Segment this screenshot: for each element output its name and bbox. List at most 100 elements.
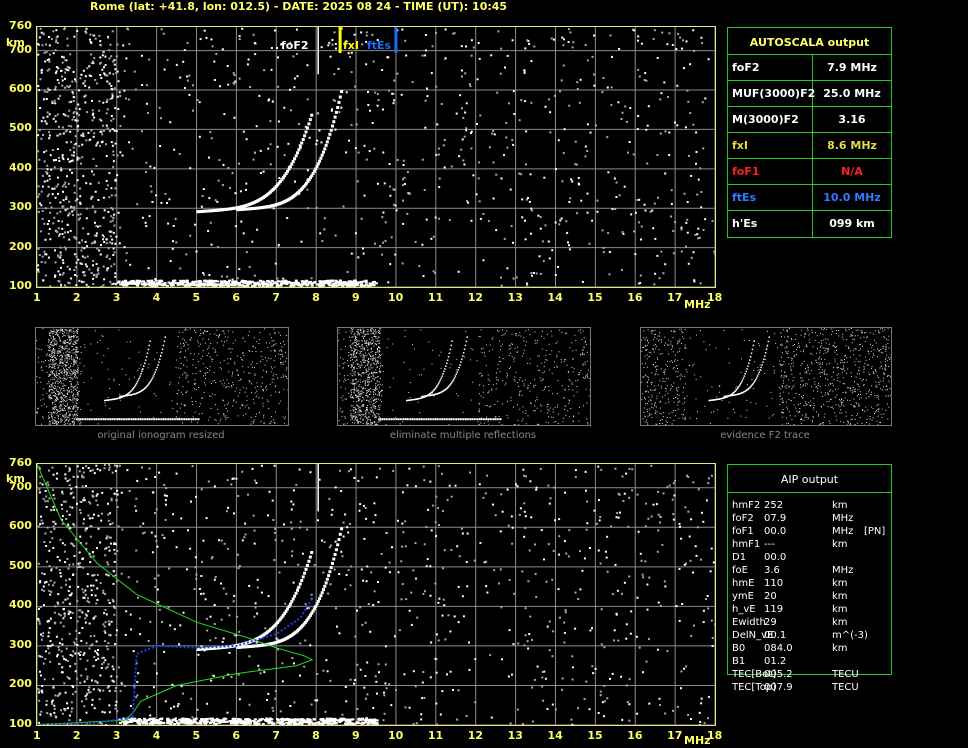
noise-dot: [699, 167, 702, 170]
thumb-noise-dot: [370, 365, 372, 367]
thumb-noise-dot: [53, 412, 55, 414]
thumb-noise-dot: [506, 330, 508, 332]
noise-dot: [99, 44, 102, 47]
thumb-noise-dot: [68, 415, 70, 417]
thumb-noise-dot: [356, 408, 357, 410]
thumb-noise-dot: [372, 378, 374, 380]
thumb-noise-dot: [352, 362, 354, 364]
thumb-noise-dot: [74, 385, 76, 387]
noise-dot: [647, 105, 650, 108]
noise-dot: [114, 194, 117, 197]
thumb-noise-dot: [578, 420, 580, 422]
thumb-noise-dot: [220, 380, 222, 382]
thumb-noise-dot: [368, 422, 370, 424]
thumb-noise-dot: [263, 328, 265, 330]
thumb-noise-dot: [352, 417, 353, 419]
thumb-noise-dot: [495, 376, 497, 378]
noise-dot: [151, 201, 154, 203]
thumb-noise-dot: [77, 409, 79, 411]
thumb-noise-dot: [342, 399, 344, 401]
thumb-noise-dot: [99, 339, 101, 341]
noise-dot: [262, 170, 265, 173]
thumb-noise-dot: [169, 383, 171, 385]
noise-dot: [529, 173, 532, 176]
e-trace-dot: [256, 281, 260, 284]
thumb-noise-dot: [223, 414, 225, 416]
thumb-noise-dot: [344, 346, 346, 347]
noise-dot: [424, 34, 427, 36]
noise-dot: [495, 173, 498, 176]
thumb-noise-dot: [478, 403, 480, 405]
thumb-noise-dot: [65, 385, 67, 387]
thumb-noise-dot: [79, 358, 81, 360]
noise-dot: [116, 43, 119, 46]
thumb-noise-dot: [527, 415, 529, 417]
thumb-noise-dot: [261, 376, 263, 378]
thumb-noise-dot: [36, 340, 37, 342]
noise-dot: [68, 212, 71, 215]
noise-dot: [674, 221, 677, 224]
noise-dot: [59, 256, 62, 259]
thumb-noise-dot: [375, 383, 377, 384]
noise-dot: [62, 199, 65, 202]
noise-dot: [701, 42, 704, 45]
noise-dot: [591, 219, 594, 222]
e-trace-dot: [198, 281, 202, 284]
noise-dot: [56, 212, 59, 215]
noise-dot: [686, 89, 689, 92]
thumb-noise-dot: [527, 363, 529, 364]
noise-dot: [125, 97, 127, 100]
thumb-noise-dot: [523, 349, 525, 351]
thumb-noise-dot: [76, 348, 78, 350]
thumb-noise-dot: [60, 420, 62, 422]
thumb-noise-dot: [364, 382, 366, 384]
thumb-noise-dot: [101, 361, 103, 363]
f2-trace-dot: [322, 150, 325, 154]
thumb-noise-dot: [76, 392, 78, 394]
noise-dot: [67, 69, 70, 72]
noise-dot: [56, 79, 59, 81]
thumb-noise-dot: [366, 381, 368, 383]
noise-dot: [68, 109, 71, 112]
thumb-noise-dot: [354, 406, 356, 408]
noise-dot: [37, 195, 40, 198]
noise-dot: [562, 64, 565, 67]
noise-dot: [94, 78, 97, 81]
thumb-noise-dot: [74, 369, 76, 371]
noise-dot: [444, 28, 447, 31]
thumb-noise-dot: [278, 332, 280, 334]
thumb-noise-dot: [73, 387, 75, 389]
noise-dot: [246, 63, 249, 66]
thumb-noise-dot: [356, 356, 358, 358]
noise-dot: [663, 81, 666, 84]
autoscala-row: foF2 7.9 MHz: [728, 54, 891, 81]
noise-dot: [112, 150, 115, 153]
thumb-e-dot: [187, 418, 189, 421]
thumb-noise-dot: [52, 386, 54, 388]
noise-dot: [74, 135, 77, 138]
noise-dot: [664, 172, 667, 175]
thumb-noise-dot: [70, 329, 72, 331]
noise-dot: [107, 210, 110, 213]
thumb-noise-dot: [66, 400, 68, 402]
noise-dot: [533, 45, 536, 48]
thumb-noise-dot: [50, 330, 52, 332]
thumb-noise-dot: [378, 381, 380, 383]
thumb-noise-dot: [543, 337, 545, 339]
thumb-noise-dot: [546, 333, 548, 335]
noise-dot: [175, 63, 178, 66]
thumb-noise-dot: [74, 340, 76, 342]
noise-dot: [97, 199, 100, 201]
noise-dot: [79, 213, 82, 216]
thumb-noise-dot: [182, 386, 184, 388]
thumb-noise-dot: [241, 358, 243, 360]
noise-dot: [361, 43, 364, 46]
thumb-noise-dot: [49, 420, 50, 422]
thumb-noise-dot: [378, 336, 380, 338]
thumb-noise-dot: [577, 379, 579, 381]
thumb-noise-dot: [284, 422, 286, 424]
thumb-noise-dot: [36, 376, 38, 378]
thumb-noise-dot: [275, 374, 277, 376]
thumb-noise-dot: [57, 374, 59, 376]
thumb-noise-dot: [57, 416, 59, 418]
